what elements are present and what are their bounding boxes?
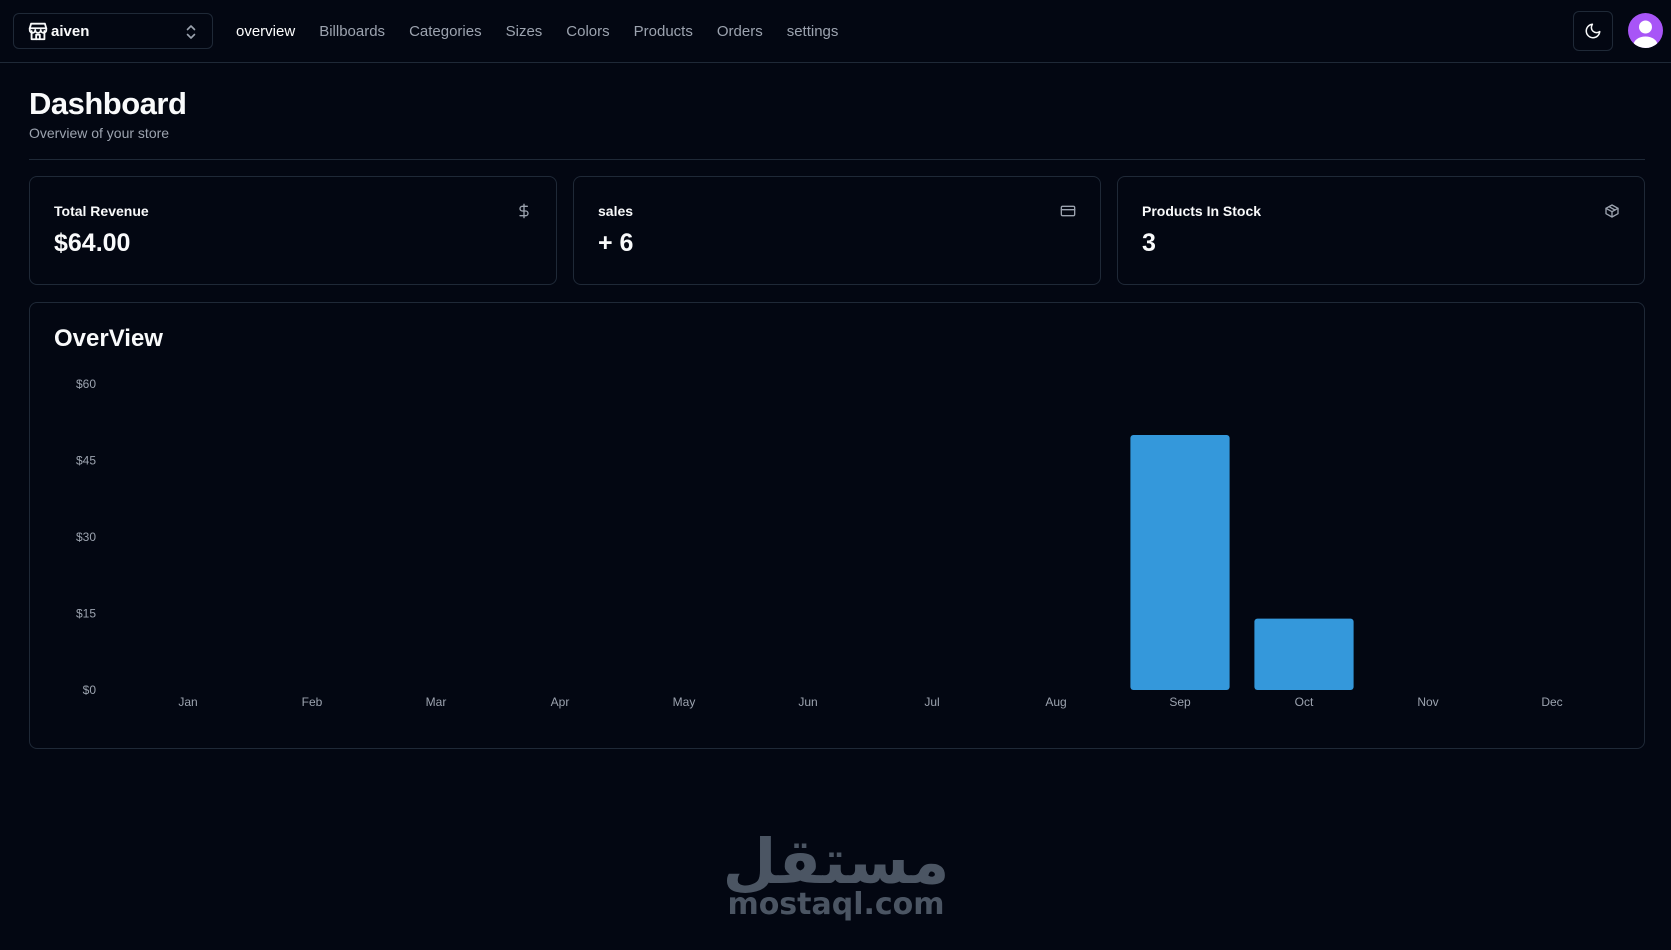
y-tick-label: $60	[76, 377, 96, 391]
x-tick-label: Jun	[798, 695, 817, 709]
store-switcher[interactable]: aiven	[13, 13, 213, 49]
store-name: aiven	[51, 22, 90, 40]
x-tick-label: Jan	[178, 695, 197, 709]
x-tick-label: Nov	[1417, 695, 1438, 709]
y-tick-label: $0	[83, 683, 97, 697]
page-subtitle: Overview of your store	[29, 125, 170, 141]
stat-label: sales	[598, 203, 634, 219]
x-tick-label: Aug	[1045, 695, 1066, 709]
x-tick-label: Dec	[1541, 695, 1562, 709]
moon-icon	[1584, 22, 1602, 40]
top-navbar: aiven overview Billboards Categories Siz…	[0, 0, 1671, 63]
nav-item-categories[interactable]: Categories	[409, 23, 482, 40]
package-icon	[1604, 203, 1620, 219]
avatar[interactable]	[1628, 13, 1663, 48]
x-tick-label: Jul	[924, 695, 939, 709]
x-tick-label: Sep	[1169, 695, 1191, 709]
bar-sep	[1130, 435, 1230, 690]
store-icon	[27, 20, 49, 42]
stat-label: Products In Stock	[1142, 203, 1262, 219]
watermark-arabic: مستقل	[722, 825, 950, 898]
x-tick-label: Mar	[426, 695, 447, 709]
sales-card: sales + 6	[573, 176, 1101, 285]
chevrons-up-down-icon	[183, 23, 199, 46]
stat-label: Total Revenue	[54, 203, 149, 219]
y-tick-label: $30	[76, 530, 96, 544]
stat-value: 3	[1142, 229, 1156, 257]
theme-toggle-button[interactable]	[1573, 11, 1613, 51]
watermark-logo: مستقل mostaql.com	[700, 830, 972, 920]
overview-card: OverView $0 $15 $30 $45 $60 Jan Feb Mar Apr May Ju…	[29, 302, 1645, 749]
x-tick-label: Oct	[1295, 695, 1314, 709]
y-tick-label: $15	[76, 607, 96, 621]
products-in-stock-card: Products In Stock 3	[1117, 176, 1645, 285]
nav-item-billboards[interactable]: Billboards	[319, 23, 385, 40]
watermark-latin: mostaql.com	[727, 887, 945, 922]
nav-item-orders[interactable]: Orders	[717, 23, 763, 40]
user-avatar-icon	[1633, 20, 1658, 48]
bar-oct	[1254, 618, 1354, 690]
dollar-icon	[516, 203, 532, 219]
main-nav: overview Billboards Categories Sizes Col…	[236, 0, 862, 62]
separator	[29, 159, 1645, 160]
nav-item-sizes[interactable]: Sizes	[506, 23, 543, 40]
x-tick-label: Feb	[302, 695, 323, 709]
stat-value: + 6	[598, 229, 634, 257]
nav-item-products[interactable]: Products	[634, 23, 693, 40]
revenue-bar-chart: $0 $15 $30 $45 $60 Jan Feb Mar Apr May Jun Jul Aug Se…	[76, 377, 1563, 709]
nav-item-colors[interactable]: Colors	[566, 23, 609, 40]
nav-item-overview[interactable]: overview	[236, 23, 295, 40]
page-title: Dashboard	[29, 86, 187, 121]
total-revenue-card: Total Revenue $64.00	[29, 176, 557, 285]
credit-card-icon	[1060, 203, 1076, 219]
stat-value: $64.00	[54, 229, 131, 257]
y-tick-label: $45	[76, 454, 96, 468]
x-tick-label: Apr	[551, 695, 570, 709]
nav-item-settings[interactable]: settings	[787, 23, 839, 40]
x-tick-label: May	[673, 695, 696, 709]
